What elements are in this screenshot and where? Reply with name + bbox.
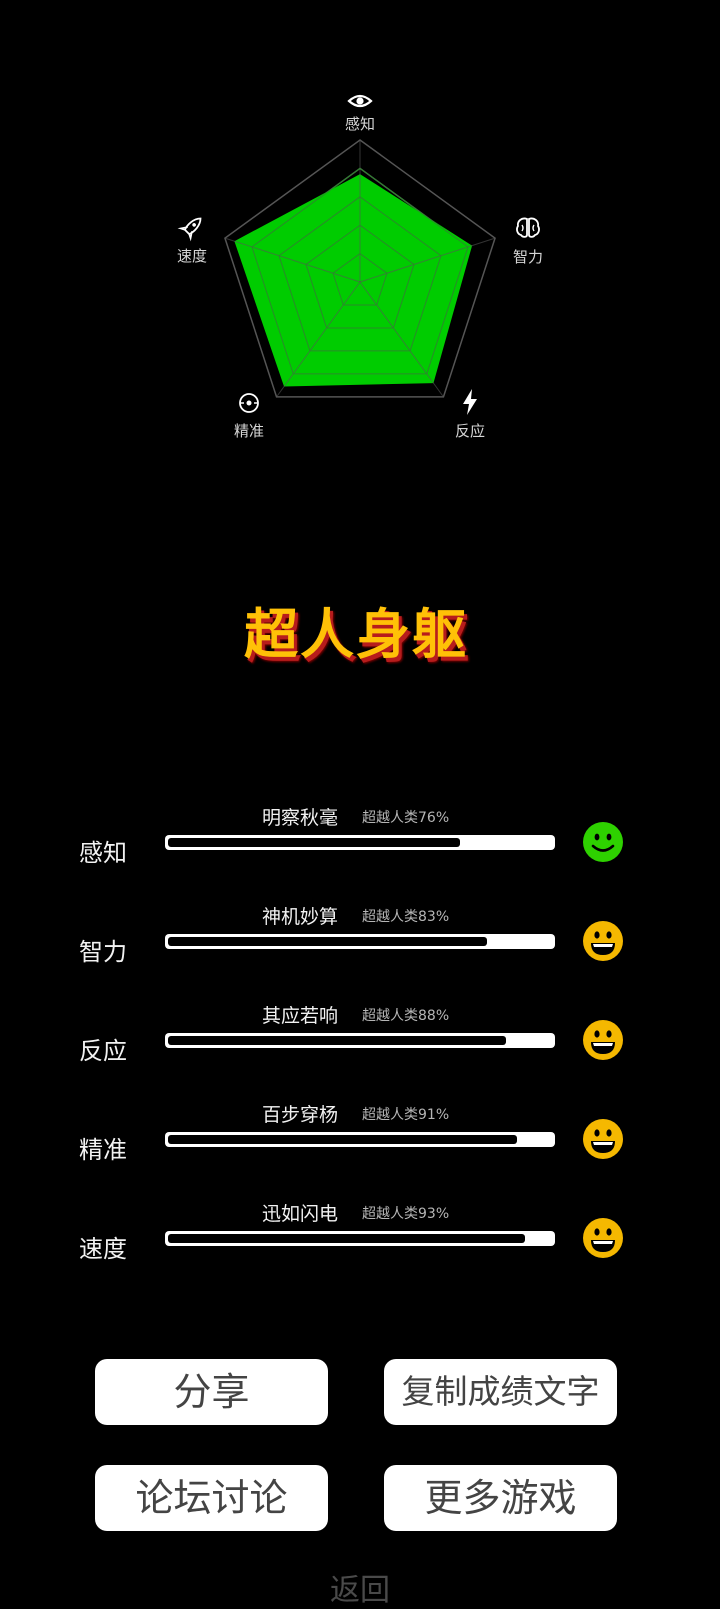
target-icon: [239, 393, 259, 413]
stat-title: 明察秋毫: [262, 807, 339, 829]
stat-name: 反应: [79, 1037, 127, 1065]
stat-name: 速度: [79, 1235, 127, 1263]
stat-progress-fill: [168, 937, 487, 946]
stat-progress-bar: [165, 1231, 555, 1246]
forum-button[interactable]: 论坛讨论: [95, 1465, 328, 1531]
stat-row-reaction: 反应 其应若响 超越人类88%: [0, 1001, 720, 1091]
stat-progress-fill: [168, 1135, 518, 1144]
stat-row-perception: 感知 明察秋毫 超越人类76%: [0, 803, 720, 893]
stat-title: 迅如闪电: [262, 1203, 339, 1225]
stat-progress-bar: [165, 934, 555, 949]
stat-progress-bar: [165, 1033, 555, 1048]
more-games-button[interactable]: 更多游戏: [384, 1465, 617, 1531]
stat-progress-fill: [168, 1036, 506, 1045]
stat-name: 智力: [79, 938, 127, 966]
grin-icon: [583, 1218, 623, 1258]
stat-name: 精准: [79, 1136, 127, 1164]
lightning-icon: [463, 389, 477, 415]
smile-icon: [583, 822, 623, 862]
stat-percentile: 超越人类83%: [362, 909, 450, 925]
stat-name: 感知: [79, 839, 127, 867]
brain-icon: [516, 217, 540, 238]
stat-progress-bar: [165, 1132, 555, 1147]
rocket-icon: [177, 217, 202, 242]
stat-row-precision: 精准 百步穿杨 超越人类91%: [0, 1100, 720, 1190]
share-button[interactable]: 分享: [95, 1359, 328, 1425]
stat-title: 其应若响: [262, 1005, 339, 1027]
stat-progress-fill: [168, 1234, 526, 1243]
grin-icon: [583, 921, 623, 961]
stat-progress-bar: [165, 835, 555, 850]
stat-percentile: 超越人类91%: [362, 1107, 450, 1123]
stat-row-intelligence: 智力 神机妙算 超越人类83%: [0, 902, 720, 992]
stat-progress-fill: [168, 838, 460, 847]
eye-icon: [347, 94, 373, 108]
stat-row-speed: 速度 迅如闪电 超越人类93%: [0, 1199, 720, 1289]
stat-percentile: 超越人类76%: [362, 810, 450, 826]
axis-label-reaction: 反应: [455, 422, 485, 440]
copy-results-button[interactable]: 复制成绩文字: [384, 1359, 617, 1425]
axis-label-precision: 精准: [234, 422, 264, 440]
axis-label-perception: 感知: [345, 115, 375, 133]
stat-title: 百步穿杨: [262, 1104, 339, 1126]
grin-icon: [583, 1020, 623, 1060]
stat-percentile: 超越人类88%: [362, 1008, 450, 1024]
stat-title: 神机妙算: [262, 906, 339, 928]
radar-chart: 感知 智力 反应 精准 速度: [177, 94, 543, 440]
grin-icon: [583, 1119, 623, 1159]
back-button[interactable]: 返回: [0, 1565, 720, 1609]
stat-percentile: 超越人类93%: [362, 1206, 450, 1222]
rank-title: 超人身躯: [244, 603, 468, 666]
axis-label-speed: 速度: [177, 247, 207, 265]
axis-label-intelligence: 智力: [513, 248, 543, 266]
